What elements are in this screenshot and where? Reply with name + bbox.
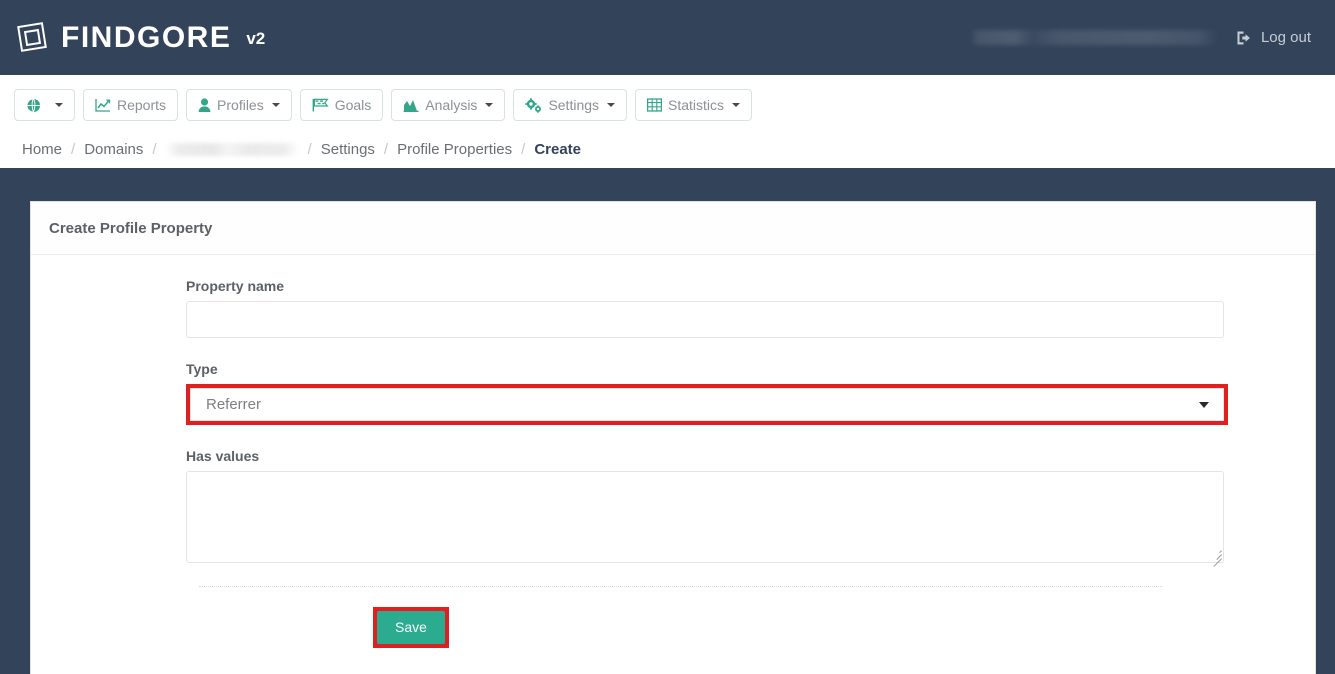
header-right: Log out [969,29,1321,46]
label-type: Type [186,361,218,377]
nav-label-profiles: Profiles [217,97,264,113]
breadcrumb-item-profile-properties[interactable]: Profile Properties [397,141,512,158]
breadcrumb-separator: / [521,141,526,158]
gears-icon [525,97,542,113]
brand[interactable]: FINDGORE v2 [17,20,266,54]
chevron-down-icon [1199,401,1209,408]
has-values-textarea[interactable] [186,471,1224,563]
nav-button-reports[interactable]: Reports [83,89,179,121]
breadcrumb-item-settings[interactable]: Settings [321,141,375,158]
chevron-down-icon [271,103,280,107]
nav-button-profiles[interactable]: Profiles [186,89,292,121]
breadcrumb-separator: / [307,141,312,158]
brand-name: FINDGORE [61,20,232,54]
nav-label-goals: Goals [334,97,372,113]
area-chart-icon [403,98,419,112]
flag-icon [312,98,329,112]
breadcrumb: Home / Domains / / Settings / Profile Pr… [0,133,1335,168]
rotated-square-logo-icon [17,21,48,53]
chevron-down-icon [485,103,494,107]
nav-button-analysis[interactable]: Analysis [391,89,506,121]
breadcrumb-separator: / [152,141,157,158]
breadcrumb-separator: / [71,141,76,158]
nav-button-globe[interactable] [14,89,75,121]
nav-label-reports: Reports [117,97,167,113]
user-name-redacted [969,30,1218,45]
content-band: Create Profile Property Property name Ty… [0,168,1335,674]
card-title: Create Profile Property [31,202,1315,255]
sign-out-icon [1236,30,1253,46]
logout-link[interactable]: Log out [1236,29,1311,46]
globe-icon [26,97,41,113]
nav-button-goals[interactable]: Goals [299,89,384,121]
nav-label-analysis: Analysis [425,97,478,113]
breadcrumb-item-domain-redacted[interactable] [165,143,299,156]
create-profile-property-card: Create Profile Property Property name Ty… [30,201,1316,674]
has-values-wrap [186,471,1224,567]
nav-button-settings[interactable]: Settings [513,89,628,121]
main-toolbar: Reports Profiles Goals Analysis Settings… [0,75,1335,133]
breadcrumb-separator: / [383,141,389,158]
property-name-input[interactable] [186,301,1224,338]
breadcrumb-item-create: Create [534,141,582,158]
field-type: Type Referrer [31,361,1315,425]
chevron-down-icon [607,103,616,107]
chevron-down-icon [55,103,63,107]
user-icon [198,98,211,112]
top-header: FINDGORE v2 Log out [0,0,1335,75]
save-button-annotation-box: Save [373,607,449,648]
nav-label-statistics: Statistics [668,97,725,113]
chevron-down-icon [732,103,741,107]
table-icon [647,98,663,112]
label-has-values: Has values [186,448,260,464]
form-actions: Save [31,587,1315,674]
field-property-name: Property name [31,278,1315,338]
breadcrumb-item-domains[interactable]: Domains [84,141,143,158]
label-property-name: Property name [186,278,285,294]
card-body: Property name Type Referrer Has values S… [31,255,1315,674]
type-select-value: Referrer [206,396,262,413]
nav-label-settings: Settings [548,97,600,113]
logout-label: Log out [1260,29,1311,46]
type-select-annotation-box: Referrer [186,384,1228,425]
nav-button-statistics[interactable]: Statistics [635,89,753,121]
field-has-values: Has values [31,448,1315,567]
save-button[interactable]: Save [377,611,445,644]
breadcrumb-item-home[interactable]: Home [22,141,62,158]
brand-version: v2 [246,28,266,48]
type-select[interactable]: Referrer [190,388,1224,421]
line-chart-icon [95,98,111,112]
